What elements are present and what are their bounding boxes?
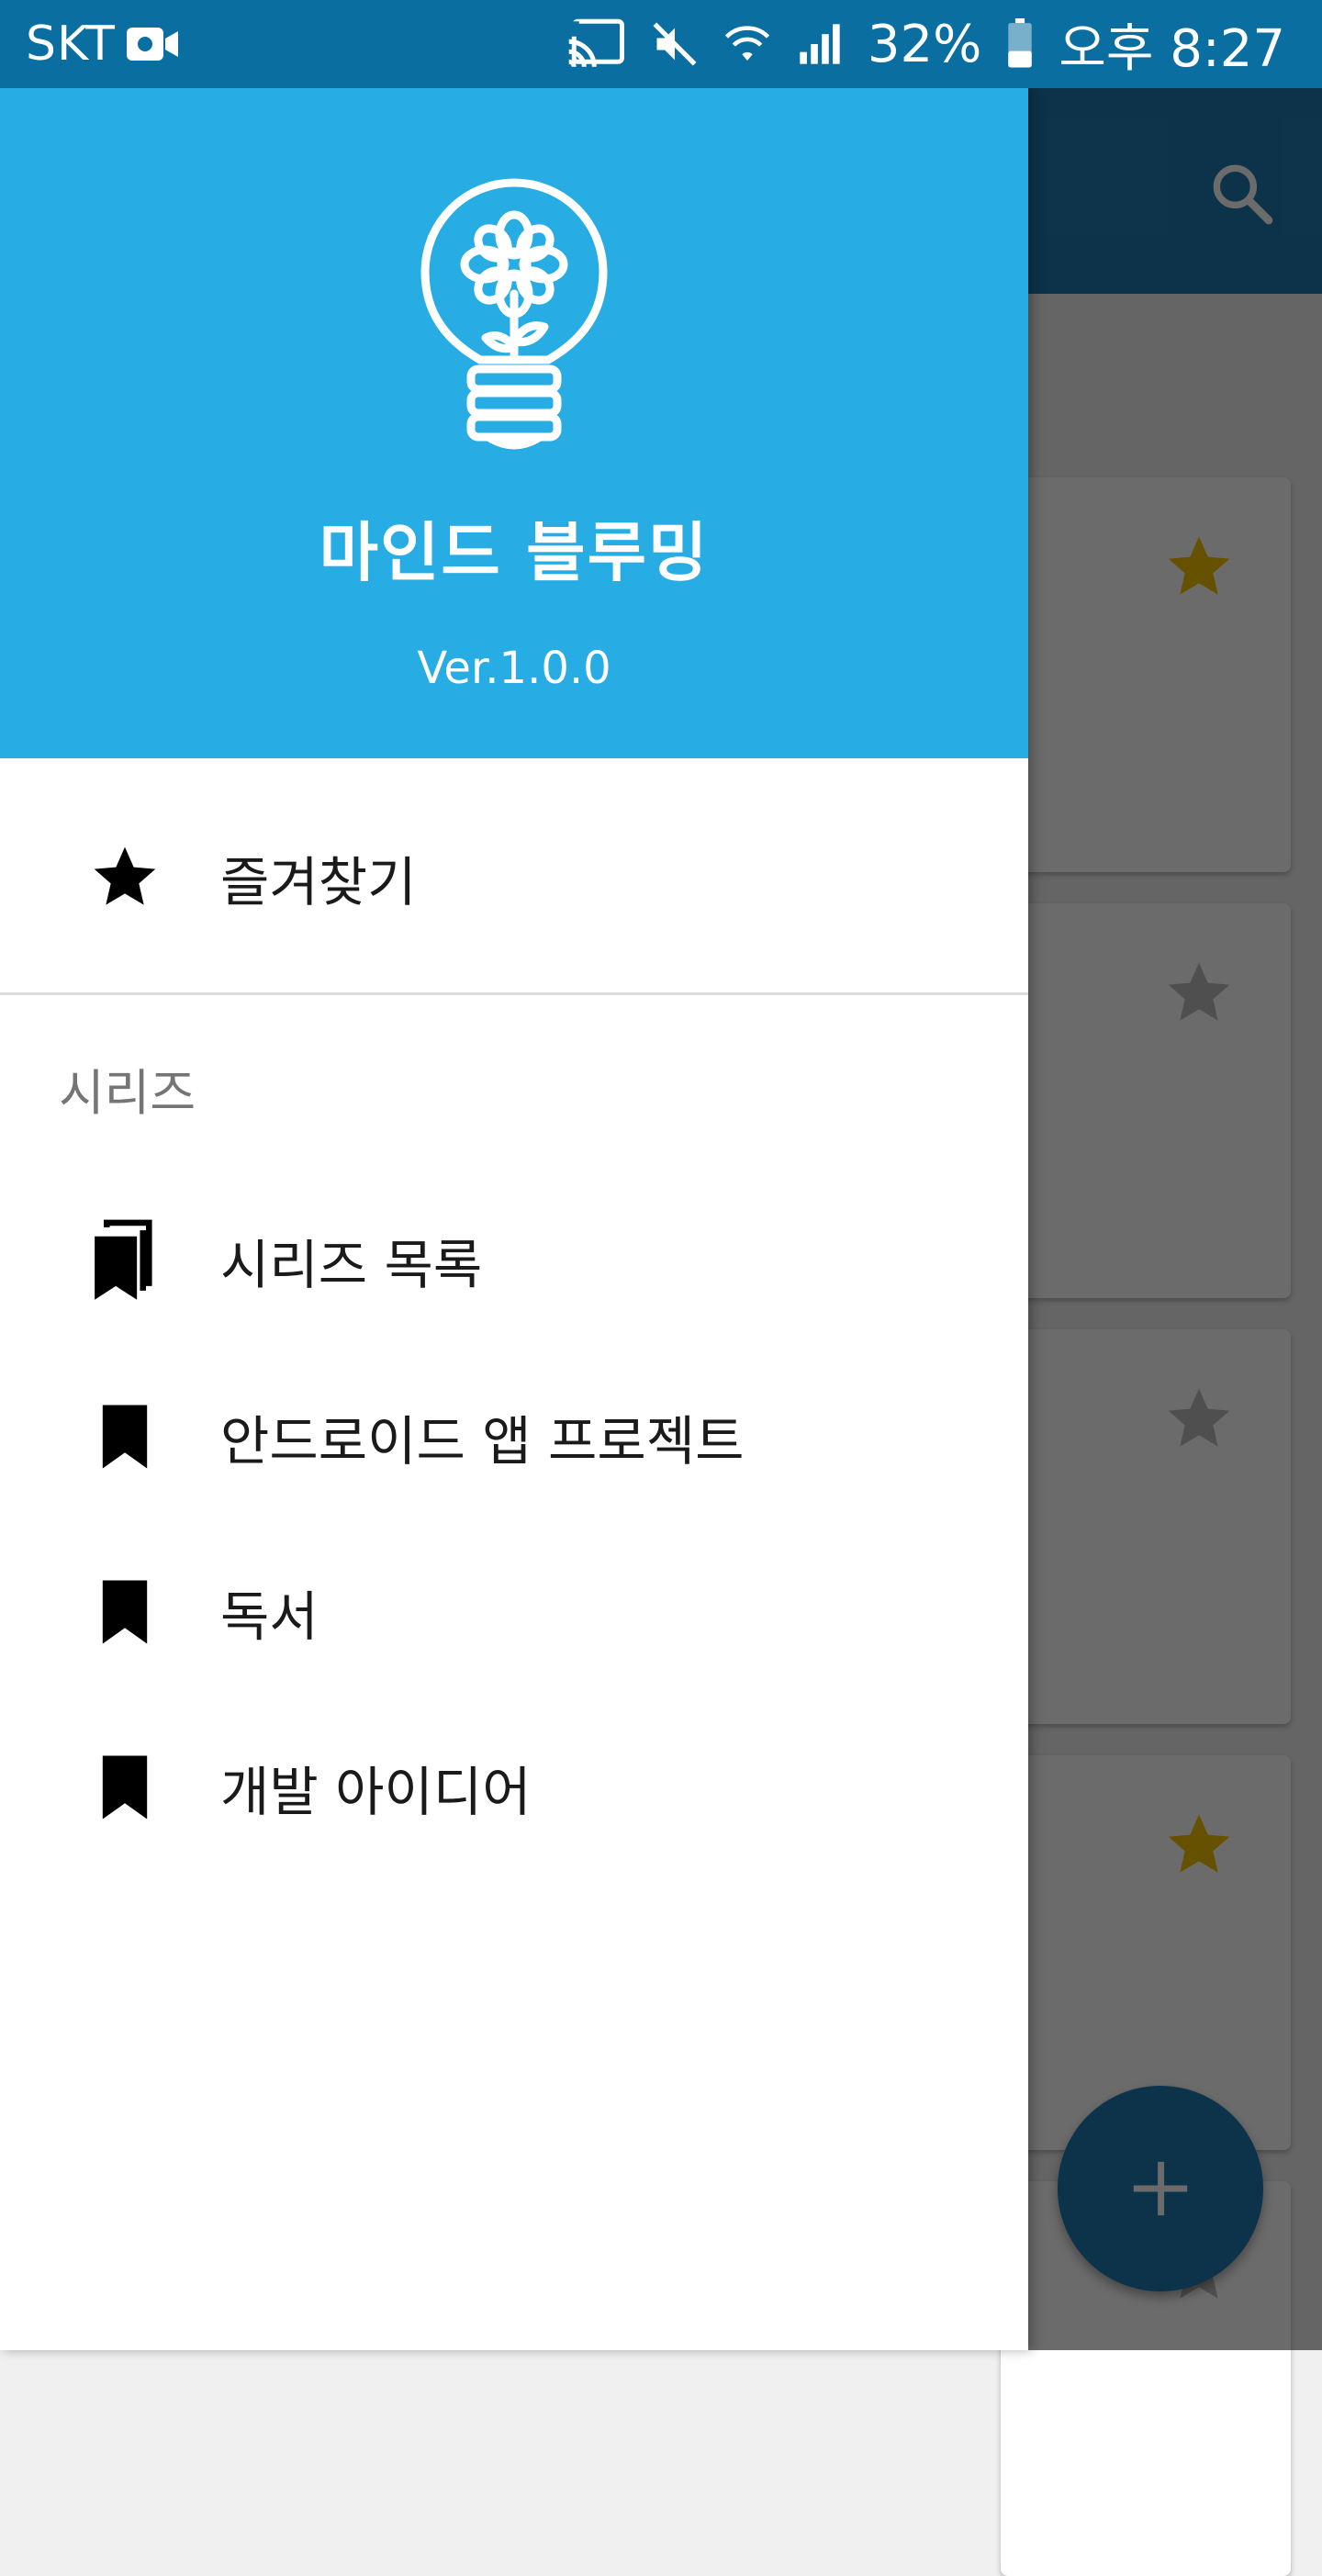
menu-item-series-list[interactable]: 시리즈 목록 — [0, 1192, 1028, 1329]
star-icon — [88, 841, 162, 914]
app-title: 마인드 블루밍 — [319, 515, 710, 590]
wifi-icon — [724, 26, 770, 61]
navigation-drawer: 마인드 블루밍 Ver.1.0.0 즐겨찾기 시리즈 시리즈 목록 안드로이드 … — [0, 88, 1028, 2350]
menu-item-label: 독서 — [220, 1585, 319, 1648]
menu-item-reading[interactable]: 독서 — [0, 1543, 1028, 1681]
bookmark-icon — [88, 1400, 162, 1473]
video-camera-icon — [126, 28, 178, 61]
lightbulb-flower-logo-icon — [420, 178, 608, 450]
menu-item-android-app-project[interactable]: 안드로이드 앱 프로젝트 — [0, 1368, 1028, 1506]
menu-item-favorites[interactable]: 즐겨찾기 — [0, 809, 1028, 946]
menu-item-dev-ideas[interactable]: 개발 아이디어 — [0, 1719, 1028, 1856]
carrier-label: SKT — [26, 17, 116, 72]
cast-icon — [568, 18, 624, 68]
app-version: Ver.1.0.0 — [417, 643, 611, 694]
clock: 오후 8:27 — [1059, 18, 1285, 79]
battery-icon — [1008, 18, 1033, 68]
bookmark-icon — [88, 1575, 162, 1649]
section-title-series: 시리즈 — [59, 1064, 196, 1122]
divider — [0, 992, 1028, 995]
menu-item-label: 안드로이드 앱 프로젝트 — [220, 1410, 745, 1473]
menu-item-label: 즐겨찾기 — [220, 851, 417, 913]
bookmark-icon — [88, 1751, 162, 1824]
mute-icon — [653, 22, 697, 66]
menu-item-label: 시리즈 목록 — [220, 1234, 483, 1296]
bookmarks-icon — [88, 1219, 162, 1300]
drawer-header: 마인드 블루밍 Ver.1.0.0 — [0, 88, 1028, 758]
status-bar: SKT 32% 오후 8:27 — [0, 0, 1322, 88]
battery-percentage: 32% — [867, 14, 982, 74]
menu-item-label: 개발 아이디어 — [220, 1761, 532, 1823]
signal-icon — [800, 24, 840, 64]
